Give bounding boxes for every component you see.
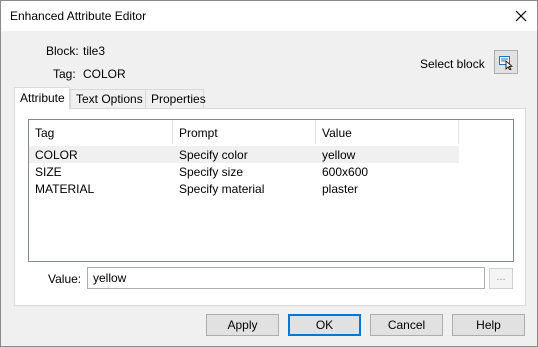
tab-properties-label: Properties [151, 92, 206, 106]
table-row[interactable]: MATERIAL Specify material plaster [29, 180, 459, 197]
close-icon [515, 10, 527, 22]
tab-text-options-label: Text Options [76, 92, 143, 106]
row-tag: SIZE [35, 165, 62, 179]
row-tag: COLOR [35, 148, 78, 162]
column-header-tag[interactable]: Tag [29, 120, 173, 144]
row-value: yellow [322, 148, 356, 162]
ok-button[interactable]: OK [288, 314, 361, 336]
help-button[interactable]: Help [452, 314, 525, 336]
close-button[interactable] [505, 1, 537, 31]
tab-attribute[interactable]: Attribute [14, 87, 70, 109]
browse-button[interactable]: ... [489, 268, 513, 289]
row-tag: MATERIAL [35, 182, 95, 196]
block-label: Block: [46, 44, 79, 58]
row-prompt: Specify color [179, 148, 248, 162]
tab-properties[interactable]: Properties [145, 89, 206, 108]
table-row[interactable]: COLOR Specify color yellow [29, 146, 459, 163]
list-header: Tag Prompt Value [29, 120, 513, 144]
tag-name: COLOR [83, 67, 126, 81]
tab-attribute-label: Attribute [20, 91, 65, 105]
select-block-button[interactable] [494, 50, 518, 74]
row-value: 600x600 [322, 165, 369, 179]
table-row[interactable]: SIZE Specify size 600x600 [29, 163, 459, 180]
row-value: plaster [322, 182, 359, 196]
select-block-label: Select block [420, 57, 485, 71]
attribute-list[interactable]: Tag Prompt Value COLOR Specify color yel… [28, 119, 514, 262]
select-block-icon [499, 56, 514, 70]
row-prompt: Specify size [179, 165, 244, 179]
value-label: Value: [48, 272, 82, 286]
value-input[interactable] [87, 267, 485, 289]
tag-label: Tag: [53, 67, 76, 81]
column-header-prompt[interactable]: Prompt [173, 120, 316, 144]
column-header-prompt-label: Prompt [179, 126, 218, 140]
apply-button[interactable]: Apply [206, 314, 279, 336]
column-header-tag-label: Tag [35, 126, 55, 140]
column-header-value[interactable]: Value [316, 120, 459, 144]
block-name: tile3 [83, 44, 106, 58]
row-prompt: Specify material [179, 182, 265, 196]
column-header-value-label: Value [322, 126, 352, 140]
attribute-editor-dialog: Enhanced Attribute Editor Block: tile3 T… [0, 0, 538, 347]
window-title: Enhanced Attribute Editor [10, 9, 147, 23]
cancel-button[interactable]: Cancel [370, 314, 443, 336]
tab-text-options[interactable]: Text Options [70, 89, 146, 108]
title-bar: Enhanced Attribute Editor [1, 1, 537, 31]
